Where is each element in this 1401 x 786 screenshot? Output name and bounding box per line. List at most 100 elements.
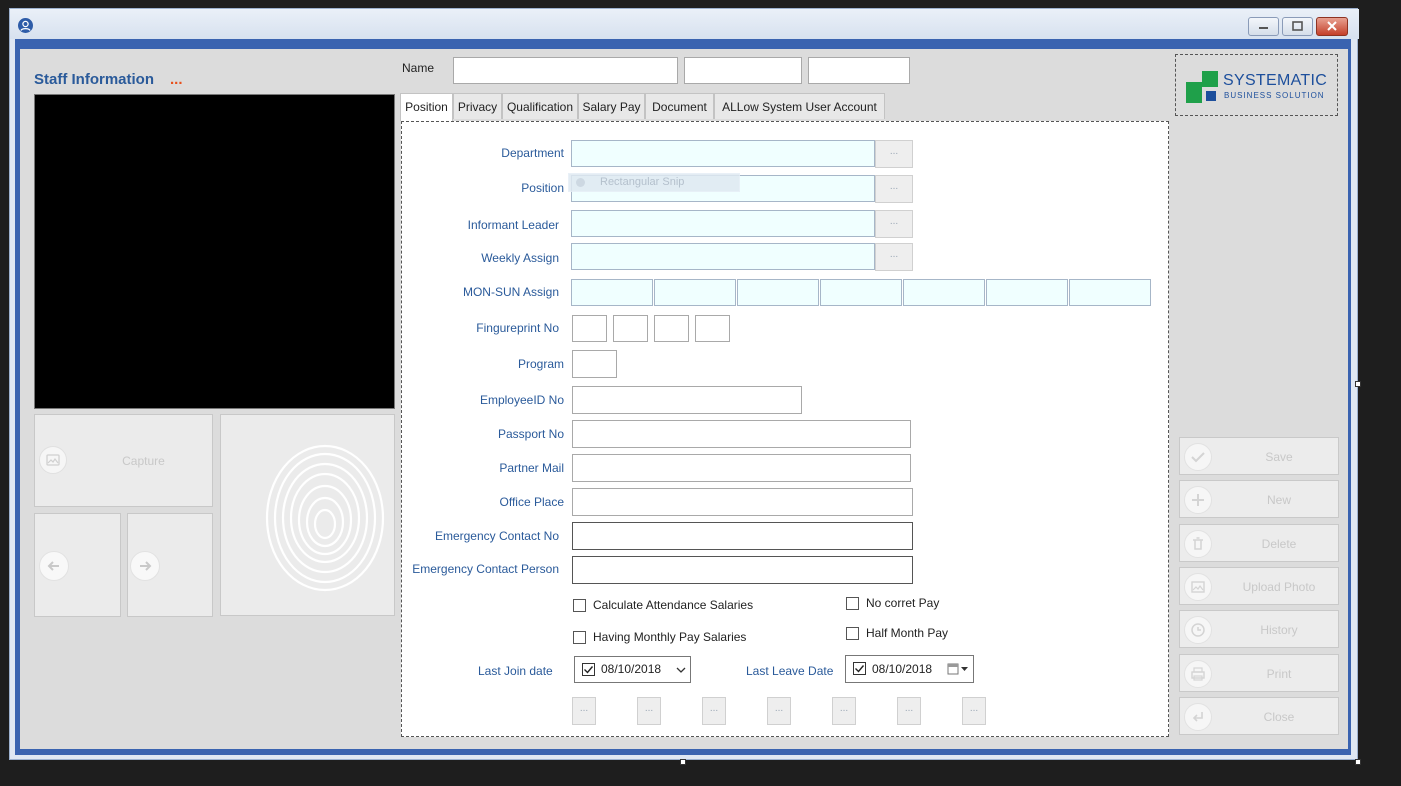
employee-id-label: EmployeeID No <box>479 393 564 407</box>
office-place-input[interactable] <box>572 488 913 516</box>
department-browse-button[interactable]: ... <box>875 140 913 168</box>
new-button[interactable]: New <box>1179 480 1339 518</box>
wednesday-assign-input[interactable] <box>737 279 819 306</box>
delete-button[interactable]: Delete <box>1179 524 1339 562</box>
title-bar[interactable] <box>10 9 1359 39</box>
monday-assign-input[interactable] <box>571 279 653 306</box>
app-icon[interactable] <box>18 18 33 33</box>
position-browse-button[interactable]: ... <box>875 175 913 203</box>
last-name-input[interactable] <box>808 57 910 84</box>
first-name-input[interactable] <box>453 57 678 84</box>
extra-button-1[interactable]: ... <box>572 697 596 725</box>
tab-qualification[interactable]: Qualification <box>502 93 578 119</box>
sunday-assign-input[interactable] <box>1069 279 1151 306</box>
minimize-button[interactable] <box>1248 17 1279 36</box>
fingerprint-no-label: Fingureprint No <box>476 321 559 335</box>
save-button[interactable]: Save <box>1179 437 1339 475</box>
photo-icon <box>1184 573 1212 601</box>
logo-title: SYSTEMATIC <box>1223 72 1328 89</box>
employee-id-input[interactable] <box>572 386 802 414</box>
maximize-button[interactable] <box>1282 17 1313 36</box>
print-button[interactable]: Print <box>1179 654 1339 692</box>
friday-assign-input[interactable] <box>903 279 985 306</box>
close-window-button[interactable] <box>1316 17 1348 36</box>
history-button[interactable]: History <box>1179 610 1339 648</box>
fingerprint-no-2-input[interactable] <box>613 315 648 342</box>
informant-leader-browse-button[interactable]: ... <box>875 210 913 238</box>
last-leave-enabled-checkbox[interactable] <box>853 662 866 675</box>
fingerprint-icon <box>265 444 385 592</box>
logo-subtitle: BUSINESS SOLUTION <box>1224 91 1325 100</box>
chevron-down-icon[interactable] <box>676 666 686 674</box>
extra-button-4[interactable]: ... <box>767 697 791 725</box>
mon-sun-assign-label: MON-SUN Assign <box>462 285 559 299</box>
no-corret-pay-checkbox[interactable] <box>846 597 859 610</box>
check-icon <box>1184 443 1212 471</box>
calc-attendance-checkbox[interactable] <box>573 599 586 612</box>
capture-button[interactable]: Capture <box>34 414 213 507</box>
fingerprint-no-1-input[interactable] <box>572 315 607 342</box>
tab-allow-system-user-account[interactable]: ALLow System User Account <box>714 93 885 119</box>
last-leave-date-label: Last Leave Date <box>746 664 834 678</box>
middle-name-input[interactable] <box>684 57 802 84</box>
program-input[interactable] <box>572 350 617 378</box>
printer-icon <box>1184 660 1212 688</box>
close-button[interactable]: Close <box>1179 697 1339 735</box>
emergency-contact-no-input[interactable] <box>572 522 913 550</box>
close-label: Close <box>1263 710 1295 724</box>
position-label: Position <box>521 181 564 195</box>
informant-leader-input[interactable] <box>571 210 875 237</box>
partner-mail-label: Partner Mail <box>499 461 564 475</box>
plus-icon <box>1184 486 1212 514</box>
passport-no-label: Passport No <box>497 427 564 441</box>
last-join-enabled-checkbox[interactable] <box>582 663 595 676</box>
weekly-assign-browse-button[interactable]: ... <box>875 243 913 271</box>
previous-photo-button[interactable] <box>34 513 121 617</box>
partner-mail-input[interactable] <box>572 454 911 482</box>
logo-mark-icon <box>1186 71 1218 103</box>
return-icon <box>1184 703 1212 731</box>
new-label: New <box>1266 493 1291 507</box>
department-input[interactable] <box>571 140 875 167</box>
last-join-date-value: 08/10/2018 <box>601 662 662 676</box>
extra-button-2[interactable]: ... <box>637 697 661 725</box>
thursday-assign-input[interactable] <box>820 279 902 306</box>
page-title: Staff Information <box>34 71 154 88</box>
emergency-contact-person-label: Emergency Contact Person <box>412 562 559 576</box>
snip-label: Rectangular Snip <box>600 176 685 188</box>
tab-position[interactable]: Position <box>400 93 453 121</box>
extra-button-7[interactable]: ... <box>962 697 986 725</box>
title-more-indicator: ... <box>170 71 183 88</box>
rectangular-snip-overlay: Rectangular Snip <box>568 173 740 192</box>
fingerprint-no-4-input[interactable] <box>695 315 730 342</box>
fingerprint-panel[interactable] <box>220 414 395 616</box>
extra-button-3[interactable]: ... <box>702 697 726 725</box>
extra-button-6[interactable]: ... <box>897 697 921 725</box>
clock-icon <box>1184 616 1212 644</box>
tuesday-assign-input[interactable] <box>654 279 736 306</box>
upload-photo-button[interactable]: Upload Photo <box>1179 567 1339 605</box>
passport-no-input[interactable] <box>572 420 911 448</box>
upload-photo-label: Upload Photo <box>1242 580 1316 594</box>
last-join-date-picker[interactable]: 08/10/2018 <box>574 656 691 683</box>
tab-salary-pay[interactable]: Salary Pay <box>578 93 645 119</box>
last-leave-date-picker[interactable]: 08/10/2018 <box>845 655 974 683</box>
calendar-icon[interactable] <box>947 663 969 675</box>
arrow-left-icon <box>39 551 69 581</box>
program-label: Program <box>517 357 564 371</box>
saturday-assign-input[interactable] <box>986 279 1068 306</box>
resize-handle-right[interactable] <box>1355 381 1361 387</box>
tab-document[interactable]: Document <box>645 93 714 119</box>
resize-handle-bottom[interactable] <box>680 759 686 765</box>
emergency-contact-person-input[interactable] <box>572 556 913 584</box>
print-label: Print <box>1266 667 1292 681</box>
fingerprint-no-3-input[interactable] <box>654 315 689 342</box>
half-month-pay-label: Half Month Pay <box>866 626 949 640</box>
next-photo-button[interactable] <box>127 513 213 617</box>
extra-button-5[interactable]: ... <box>832 697 856 725</box>
resize-handle-bottom-right[interactable] <box>1355 759 1361 765</box>
having-monthly-checkbox[interactable] <box>573 631 586 644</box>
half-month-pay-checkbox[interactable] <box>846 627 859 640</box>
weekly-assign-input[interactable] <box>571 243 875 270</box>
tab-privacy[interactable]: Privacy <box>453 93 502 119</box>
